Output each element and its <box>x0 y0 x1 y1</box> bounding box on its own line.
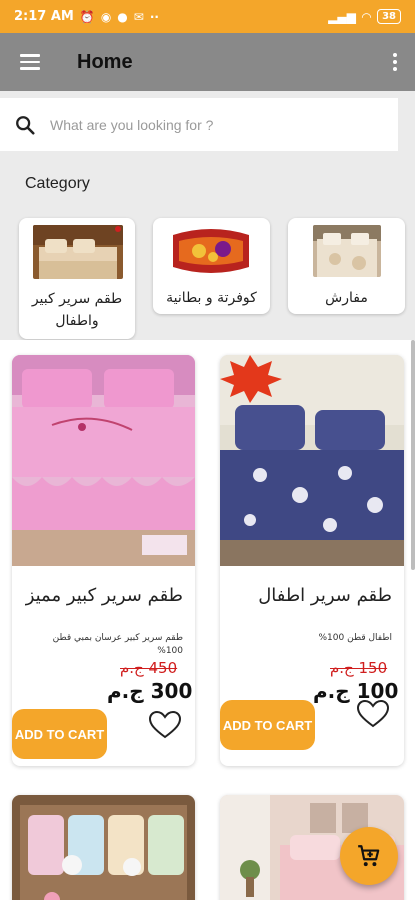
alarm-icon: ⏰ <box>79 9 95 24</box>
menu-icon[interactable] <box>0 33 60 91</box>
category-image <box>169 225 253 277</box>
battery-indicator: 38 <box>377 9 401 24</box>
wifi-icon: ◠ <box>361 9 372 24</box>
page-title: Home <box>77 50 133 73</box>
category-label: مفارش <box>325 290 368 306</box>
category-image <box>33 225 123 279</box>
category-label: كوفرتة و بطانية <box>166 290 257 306</box>
search-input[interactable] <box>50 116 398 133</box>
product-image <box>12 355 195 566</box>
product-description: طقم سرير كبير عرسان بمبي قطن 100% <box>52 633 183 656</box>
product-price: 300 ج.م <box>107 679 193 703</box>
heart-icon[interactable] <box>148 710 182 740</box>
more-notifications-icon: ·· <box>149 9 159 24</box>
chat-icon: ● <box>117 9 128 24</box>
status-bar: 2:17 AM ⏰ ◉ ● ✉ ·· ▂▄▆ ◠ 38 <box>0 0 415 33</box>
product-old-price: 450 ج.م <box>120 659 178 677</box>
heart-icon[interactable] <box>356 699 390 729</box>
product-card[interactable] <box>12 795 195 900</box>
add-to-cart-button[interactable]: ADD TO CART <box>12 709 107 759</box>
product-name: طقم سرير اطفال <box>258 585 392 606</box>
product-old-price: 150 ج.م <box>330 659 388 677</box>
category-card-bedspreads[interactable]: مفارش <box>288 218 405 314</box>
signal-icon: ▂▄▆ <box>328 9 356 24</box>
whatsapp-icon: ◉ <box>100 9 112 24</box>
product-name: طقم سرير كبير مميز <box>25 585 183 606</box>
category-card-big-kids-bedding[interactable]: طقم سرير كبير واطفال <box>19 218 135 339</box>
category-label: طقم سرير كبير واطفال <box>31 291 123 329</box>
product-image <box>220 355 404 566</box>
product-description: اطفال قطن 100% <box>318 633 392 643</box>
category-list: طقم سرير كبير واطفال كوفرتة و بطانية مفا… <box>0 218 415 343</box>
cart-icon <box>358 845 380 867</box>
app-bar: Home <box>0 33 415 91</box>
category-heading: Category <box>25 175 90 192</box>
product-grid: طقم سرير كبير مميز طقم سرير كبير عرسان ب… <box>0 340 415 900</box>
category-card-blankets[interactable]: كوفرتة و بطانية <box>153 218 270 314</box>
search-icon[interactable] <box>0 98 50 151</box>
search-bar[interactable] <box>0 98 398 151</box>
status-time: 2:17 AM <box>14 9 74 24</box>
add-to-cart-button[interactable]: ADD TO CART <box>220 700 315 750</box>
scrollbar[interactable] <box>411 340 415 570</box>
search-section <box>0 91 415 167</box>
category-image <box>313 225 381 277</box>
more-vert-icon[interactable] <box>375 33 415 91</box>
product-card[interactable]: طقم سرير كبير مميز طقم سرير كبير عرسان ب… <box>12 355 195 766</box>
product-image <box>12 795 195 900</box>
mail-icon: ✉ <box>133 9 144 24</box>
product-card[interactable]: طقم سرير اطفال اطفال قطن 100% 150 ج.م 10… <box>220 355 404 766</box>
cart-button[interactable] <box>340 827 398 885</box>
